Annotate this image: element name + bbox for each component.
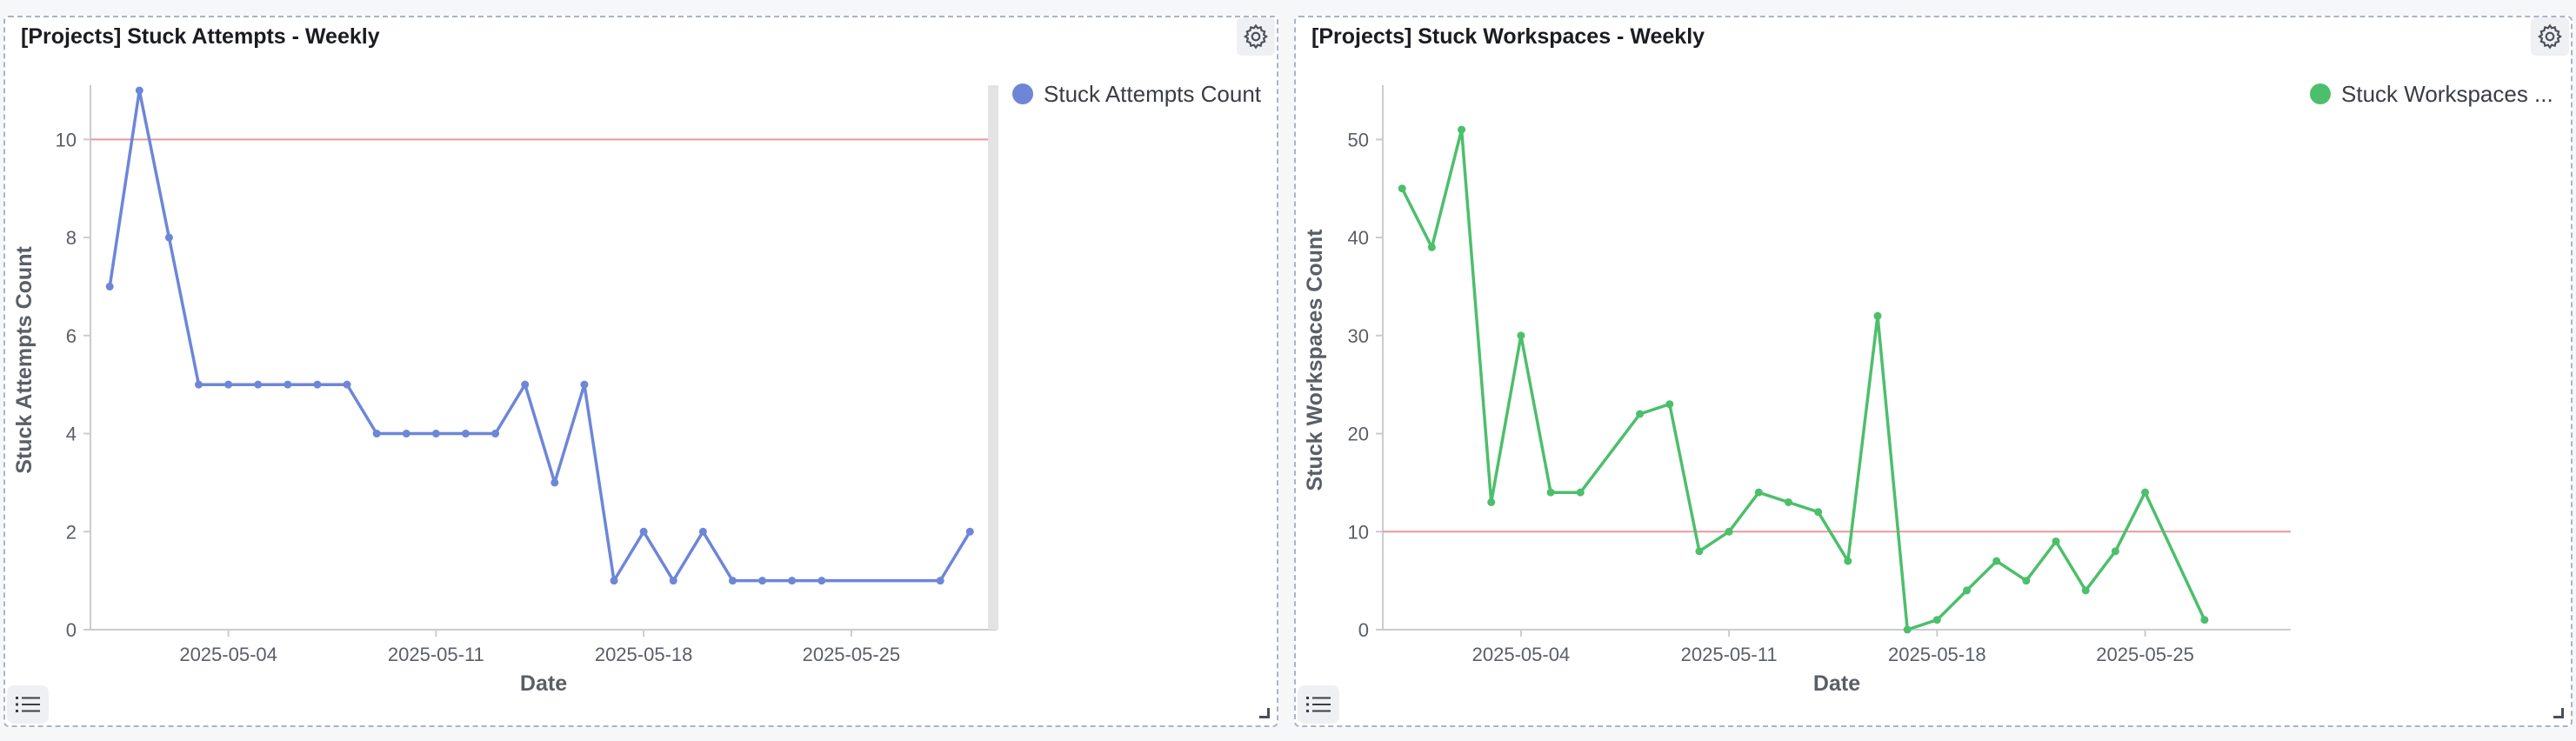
data-point (965, 527, 974, 536)
x-tick-label: 2025-05-04 (179, 644, 277, 665)
x-tick-label: 2025-05-25 (803, 644, 901, 665)
data-point (1517, 331, 1525, 340)
y-tick-label: 10 (56, 129, 77, 150)
data-point (1576, 488, 1585, 497)
line-chart-stuck-workspaces: 0 10 20 30 40 50 2025-05-04 2025-05-11 2025-05-1… (1303, 81, 2553, 696)
data-point (135, 86, 143, 95)
data-point (2052, 537, 2060, 546)
y-tick-label: 40 (1348, 227, 1369, 249)
y-axis-title: Stuck Attempts Count (12, 246, 37, 474)
data-point (1963, 586, 1972, 595)
y-tick-label: 30 (1348, 325, 1369, 347)
data-point (788, 577, 797, 585)
data-point (1992, 557, 2001, 565)
y-tick-label: 20 (1348, 424, 1369, 445)
data-point (402, 430, 410, 438)
data-point (343, 380, 351, 389)
data-point (936, 577, 944, 585)
data-point (1814, 508, 1823, 517)
y-tick-label: 0 (66, 619, 77, 641)
data-point (1487, 497, 1496, 506)
data-point (758, 577, 767, 585)
legend-marker (1012, 83, 1033, 104)
x-axis-title: Date (520, 671, 567, 696)
x-tick-label: 2025-05-11 (388, 644, 484, 665)
data-point (461, 430, 470, 438)
y-tick-label: 2 (66, 521, 77, 543)
y-tick-label: 4 (66, 424, 77, 445)
data-point (1784, 497, 1792, 506)
data-point (2200, 616, 2209, 624)
data-point (431, 430, 440, 438)
data-point (521, 380, 530, 389)
data-point (698, 527, 707, 536)
y-axis-title: Stuck Workspaces Count (1303, 229, 1327, 491)
resize-handle[interactable] (2553, 708, 2564, 718)
chart-panel-stuck-attempts: [Projects] Stuck Attempts - Weekly 02468… (3, 16, 1278, 727)
y-tick-label: 0 (1358, 619, 1369, 641)
data-point (2081, 586, 2090, 595)
data-point (224, 380, 233, 389)
data-point (580, 380, 589, 389)
series-line (108, 89, 971, 583)
data-point (254, 380, 263, 389)
data-point (194, 380, 203, 389)
data-point (313, 380, 322, 389)
data-point (1427, 243, 1436, 251)
data-point (1725, 527, 1733, 536)
series-line (1400, 128, 2206, 631)
y-tick-label: 50 (1348, 129, 1369, 150)
legend-scrollbar (988, 85, 998, 630)
data-point (728, 577, 737, 585)
data-point (1873, 311, 1882, 320)
data-point (2022, 577, 2031, 585)
resize-handle[interactable] (1259, 708, 1270, 718)
x-axis-title: Date (1813, 671, 1860, 696)
x-tick-label: 2025-05-11 (1681, 644, 1778, 665)
legend-label: Stuck Attempts Count (1044, 81, 1262, 107)
y-tick-label: 8 (66, 227, 77, 249)
data-point (491, 430, 500, 438)
y-tick-label: 6 (66, 325, 77, 347)
data-point (1903, 625, 1912, 634)
legend-marker (2310, 83, 2331, 104)
data-point (1398, 184, 1406, 193)
data-point (284, 380, 292, 389)
data-point (1844, 557, 1852, 565)
x-tick-label: 2025-05-25 (2096, 644, 2194, 665)
data-point (610, 577, 618, 585)
legend-label: Stuck Workspaces ... (2341, 81, 2553, 107)
data-point (372, 430, 381, 438)
chart-panel-stuck-workspaces: [Projects] Stuck Workspaces - Weekly 0 10… (1294, 16, 2573, 727)
data-point (1636, 410, 1645, 418)
data-point (105, 282, 114, 290)
data-point (2141, 488, 2150, 497)
list-icon[interactable] (7, 685, 49, 724)
data-point (551, 478, 559, 487)
line-chart-stuck-attempts: 0 2 4 6 8 10 2025-05-04 2025-05-11 2025-05-18 202… (12, 81, 1262, 696)
data-point (1695, 547, 1704, 556)
data-point (639, 527, 648, 536)
list-icon[interactable] (1298, 685, 1339, 724)
y-tick-label: 10 (1348, 521, 1369, 543)
x-tick-label: 2025-05-18 (1888, 644, 1986, 665)
x-tick-label: 2025-05-18 (595, 644, 693, 665)
data-point (1932, 616, 1941, 624)
data-point (1754, 488, 1763, 497)
data-point (818, 577, 826, 585)
data-point (669, 577, 677, 585)
data-point (1458, 125, 1466, 134)
x-tick-label: 2025-05-04 (1472, 644, 1571, 665)
data-point (1665, 400, 1674, 409)
data-point (2111, 547, 2119, 556)
data-point (164, 233, 173, 242)
data-point (1546, 488, 1555, 497)
